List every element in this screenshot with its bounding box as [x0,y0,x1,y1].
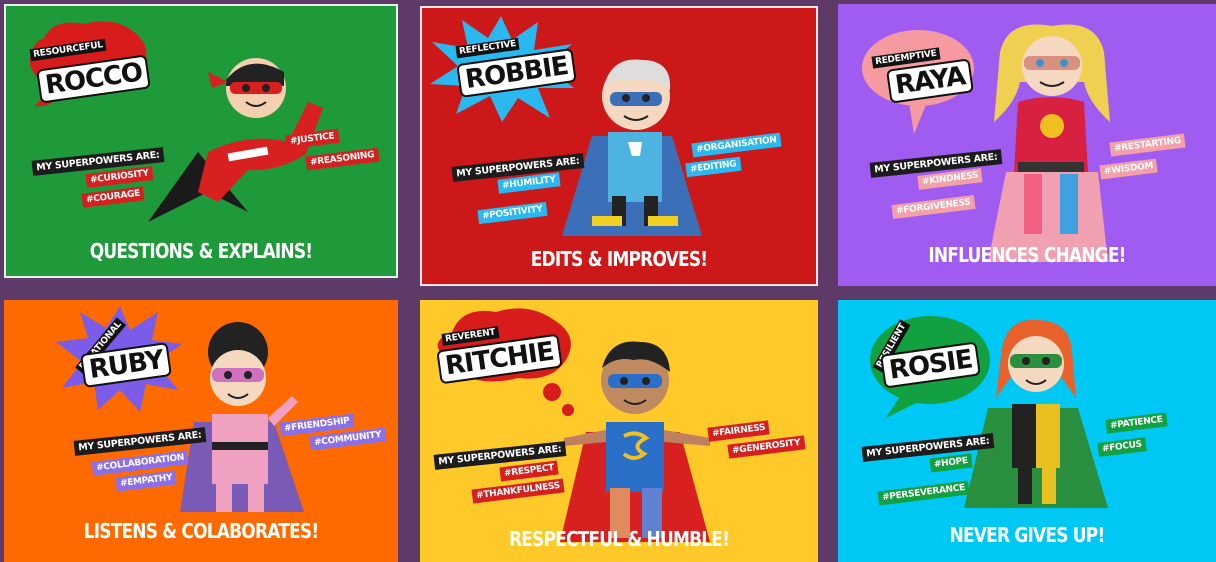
tag-perseverance: #PERSEVERANCE [877,480,970,506]
hero-card-ruby: RELATIONAL RUBY MY SUPERPOWERS ARE: #COL… [4,300,398,562]
hero-card-rocco: RESOURCEFUL ROCCO MY SUPERPOWERS ARE: #C… [4,4,398,278]
tag-positivity: #POSITIVITY [477,201,548,225]
hero-motto: INFLUENCES CHANGE! [928,244,1126,268]
hero-card-robbie: REFLECTIVE ROBBIE MY SUPERPOWERS ARE: #H… [420,6,818,286]
hero-motto: RESPECTFUL & HUMBLE! [508,528,730,552]
tag-courage: #COURAGE [81,186,145,208]
hero-card-ritchie: REVERENT RITCHIE MY SUPERPOWERS ARE: #RE… [420,300,818,562]
hero-motto: QUESTIONS & EXPLAINS! [89,240,313,264]
hero-card-rosie: RESILIENT ROSIE MY SUPERPOWERS ARE: #HOP… [838,300,1216,562]
hero-motto: EDITS & IMPROVES! [530,248,708,272]
hero-motto: NEVER GIVES UP! [949,524,1106,548]
hero-motto: LISTENS & COLABORATES! [83,520,319,544]
tag-forgiveness: #FORGIVENESS [891,195,976,219]
raya-hero-icon [988,24,1110,262]
tag-generosity: #GENEROSITY [727,435,806,459]
hero-card-raya: REDEMPTIVE RAYA MY SUPERPOWERS ARE: #KIN… [838,4,1216,286]
ritchie-hero-icon [560,341,710,542]
rosie-hero-icon [964,319,1108,508]
